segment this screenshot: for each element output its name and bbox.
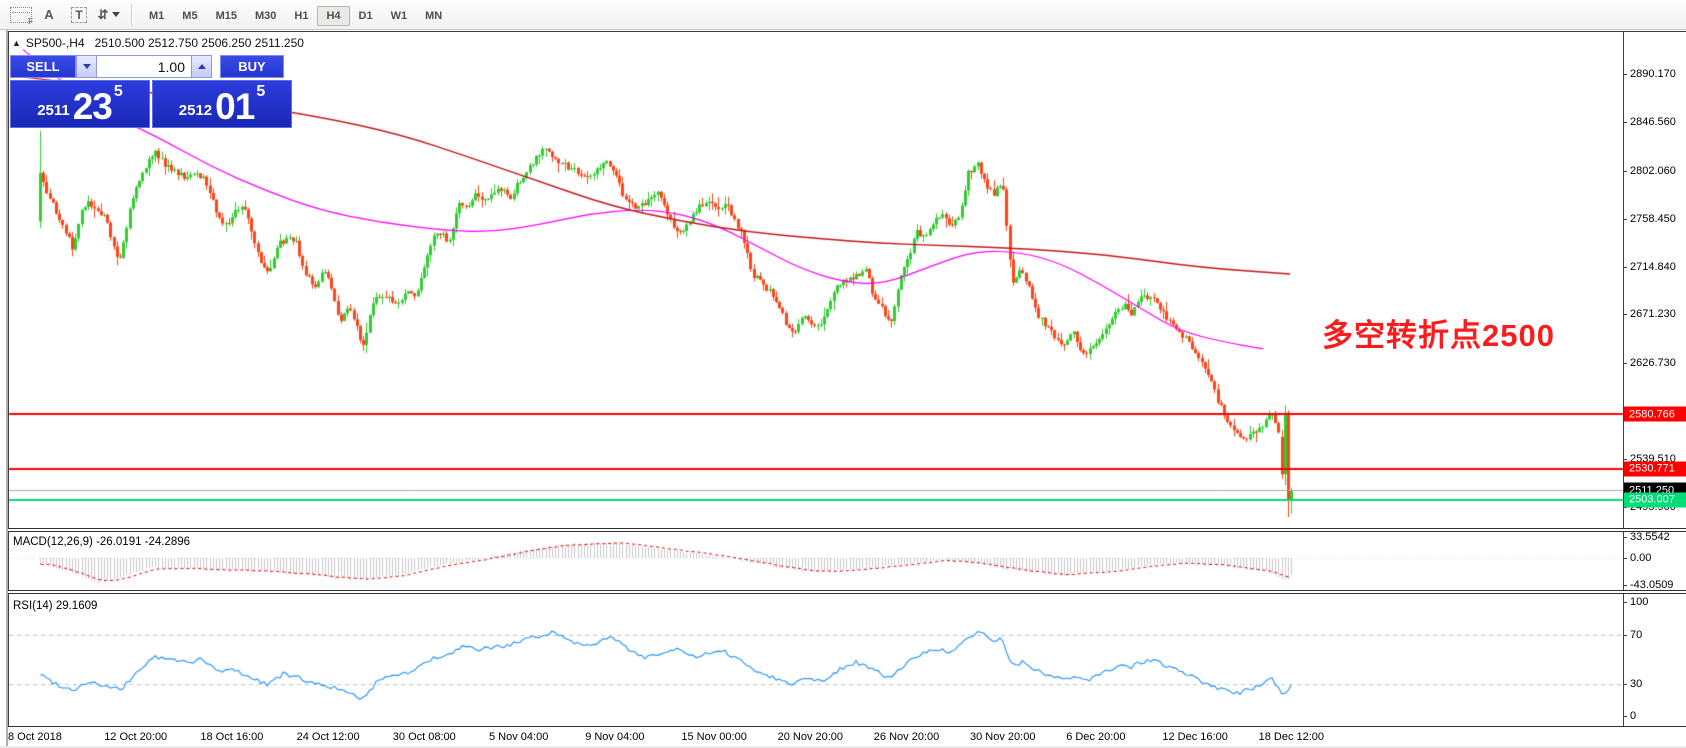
rsi-tick-label: 70 xyxy=(1630,629,1642,641)
macd-tick-label: 33.5542 xyxy=(1630,531,1670,543)
timeframe-m5[interactable]: M5 xyxy=(173,6,206,26)
volume-input[interactable] xyxy=(97,55,191,78)
triangle-down-icon xyxy=(83,64,91,69)
timeframe-h4[interactable]: H4 xyxy=(317,6,349,26)
toolbar: A T ⇵ M1M5M15M30H1H4D1W1MN xyxy=(0,0,1686,30)
price-tick-label: 2802.060 xyxy=(1630,165,1676,177)
price-tag: 2503.007 xyxy=(1624,492,1686,507)
rsi-tick-label: 30 xyxy=(1630,678,1642,690)
rsi-tick-label: 100 xyxy=(1630,596,1648,608)
price-tick-label: 2758.450 xyxy=(1630,213,1676,225)
sell-quote-big: 23 xyxy=(73,90,112,124)
time-axis-label: 30 Nov 20:00 xyxy=(970,731,1035,743)
shapes-icon[interactable]: ⇵ xyxy=(96,4,122,26)
symbol-period-label: SP500-,H4 xyxy=(26,36,85,50)
sell-quote-prefix: 2511 xyxy=(37,98,70,124)
window-gutter xyxy=(0,29,8,748)
sell-quote-sup: 5 xyxy=(114,72,123,112)
time-axis-label: 6 Dec 20:00 xyxy=(1066,731,1125,743)
buy-quote-prefix: 2512 xyxy=(179,98,212,124)
sell-quote[interactable]: 2511235 xyxy=(10,80,150,128)
macd-tick-label: 0.00 xyxy=(1630,552,1651,564)
time-axis-label: 20 Nov 20:00 xyxy=(778,731,843,743)
indicator-grid-icon[interactable] xyxy=(2,4,32,26)
buy-quote[interactable]: 2512015 xyxy=(152,80,292,128)
macd-label: MACD(12,26,9) -26.0191 -24.2896 xyxy=(13,536,190,548)
price-tag: 2580.766 xyxy=(1624,407,1686,422)
timeframe-m15[interactable]: M15 xyxy=(207,6,246,26)
time-axis-label: 5 Nov 04:00 xyxy=(489,731,548,743)
time-axis-label: 12 Dec 16:00 xyxy=(1162,731,1227,743)
time-axis-label: 18 Oct 16:00 xyxy=(200,731,263,743)
buy-quote-sup: 5 xyxy=(256,72,265,112)
timeframe-m30[interactable]: M30 xyxy=(246,6,285,26)
pane-splitter-macd[interactable] xyxy=(8,528,1686,532)
timeframe-mn[interactable]: MN xyxy=(416,6,451,26)
price-tick-label: 2714.840 xyxy=(1630,261,1676,273)
time-axis-label: 24 Oct 12:00 xyxy=(297,731,360,743)
triangle-up-icon xyxy=(198,64,206,69)
time-axis-label: 18 Dec 12:00 xyxy=(1259,731,1324,743)
text-a-icon[interactable]: A xyxy=(36,4,62,26)
one-click-trading-panel: SELL BUY 2511235 2512015 xyxy=(10,55,294,128)
timeframe-h1[interactable]: H1 xyxy=(285,6,317,26)
time-axis-label: 9 Nov 04:00 xyxy=(585,731,644,743)
rsi-label: RSI(14) 29.1609 xyxy=(13,600,97,612)
timeframe-m1[interactable]: M1 xyxy=(140,6,173,26)
price-tick-label: 2671.230 xyxy=(1630,308,1676,320)
chevron-down-icon xyxy=(112,12,120,17)
timeframe-w1[interactable]: W1 xyxy=(382,6,417,26)
price-tag: 2530.771 xyxy=(1624,461,1686,476)
timeframe-d1[interactable]: D1 xyxy=(350,6,382,26)
price-tick-label: 2890.170 xyxy=(1630,68,1676,80)
price-tick-label: 2626.730 xyxy=(1630,357,1676,369)
buy-button[interactable]: BUY xyxy=(220,55,284,78)
price-tick-label: 2846.560 xyxy=(1630,116,1676,128)
pane-splitter-rsi[interactable] xyxy=(8,590,1686,594)
expand-marker-icon[interactable]: ▲ xyxy=(12,38,21,48)
time-axis-label: 30 Oct 08:00 xyxy=(393,731,456,743)
chart-border-top xyxy=(8,31,1686,32)
time-axis-label: 26 Nov 20:00 xyxy=(874,731,939,743)
time-axis-label: 15 Nov 00:00 xyxy=(681,731,746,743)
annotation-text: 多空转折点2500 xyxy=(1322,310,1555,355)
volume-increase-button[interactable] xyxy=(191,55,212,78)
timeframe-switcher: M1M5M15M30H1H4D1W1MN xyxy=(140,6,451,24)
macd-tick-label: -43.0509 xyxy=(1630,579,1673,591)
sell-button[interactable]: SELL xyxy=(10,55,76,78)
volume-decrease-button[interactable] xyxy=(76,55,97,78)
chart-header: ▲ SP500-,H4 2510.500 2512.750 2506.250 2… xyxy=(12,36,304,50)
time-axis-label: 8 Oct 2018 xyxy=(8,731,62,743)
text-box-icon[interactable]: T xyxy=(66,4,92,26)
toolbar-separator xyxy=(131,4,133,26)
rsi-tick-label: 0 xyxy=(1630,710,1636,722)
chart-border-left xyxy=(8,31,9,746)
buy-quote-big: 01 xyxy=(215,90,254,124)
time-axis-label: 12 Oct 20:00 xyxy=(104,731,167,743)
price-axis-border xyxy=(1623,31,1624,746)
ohlc-values: 2510.500 2512.750 2506.250 2511.250 xyxy=(95,36,304,50)
